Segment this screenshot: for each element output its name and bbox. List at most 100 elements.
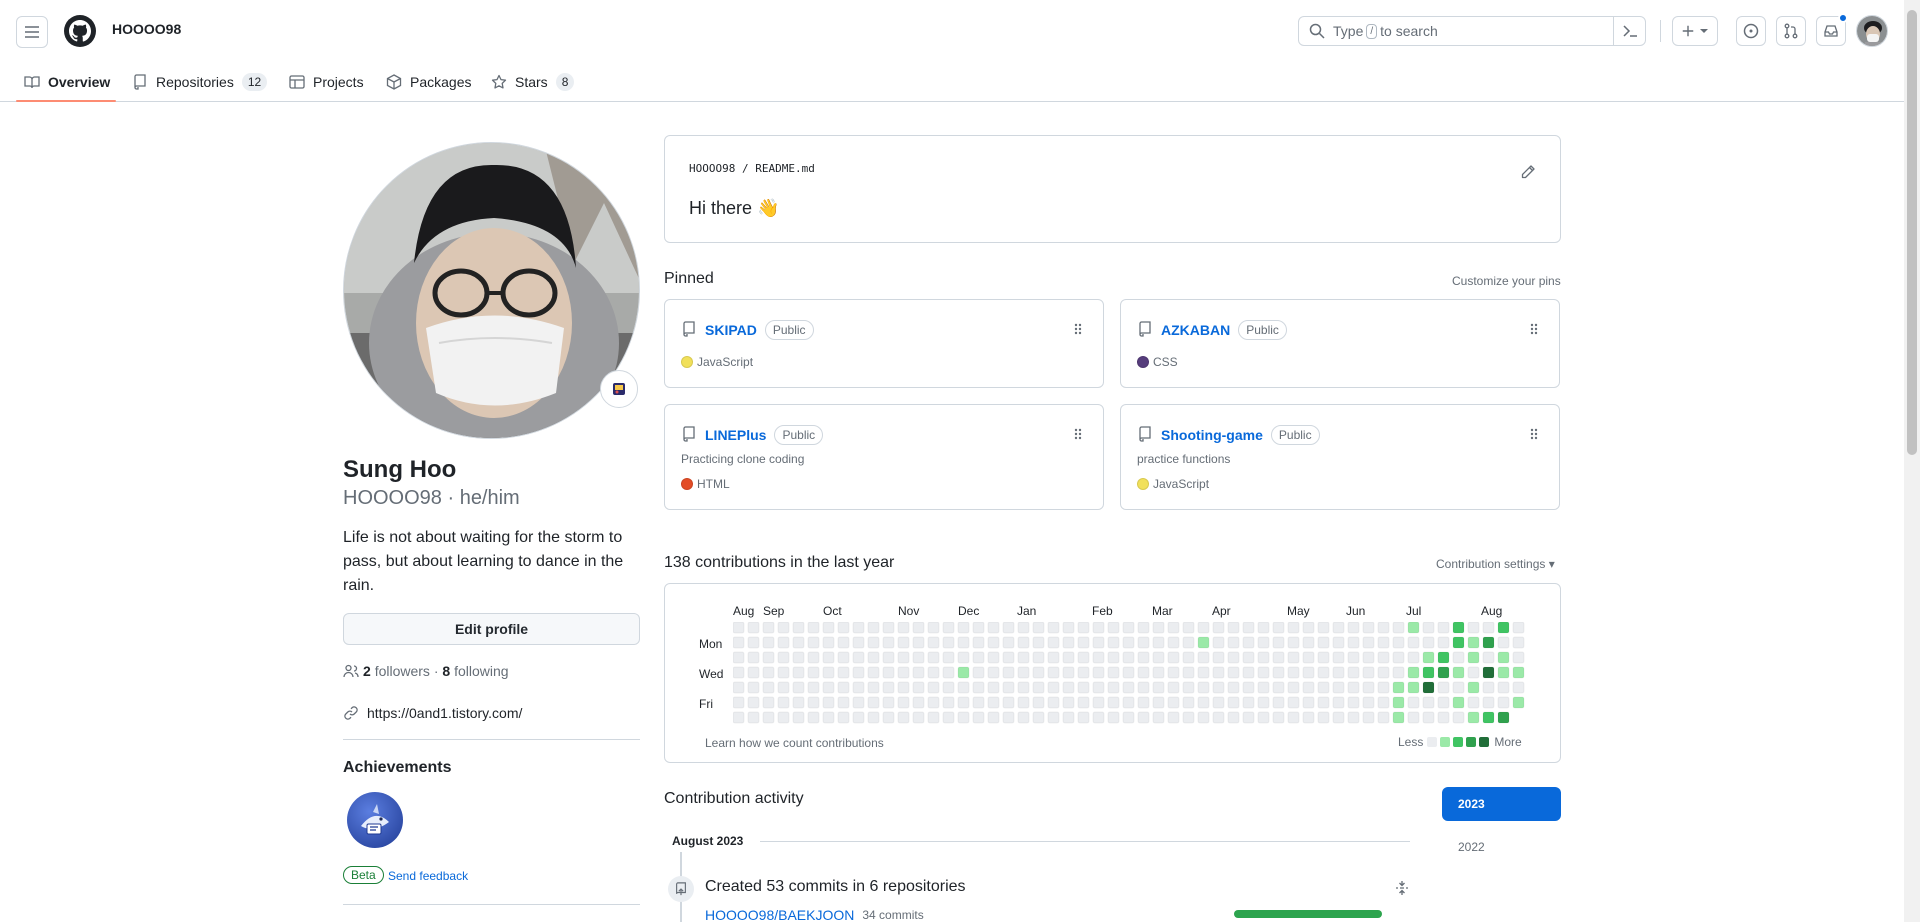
contribution-cell[interactable] — [1392, 636, 1405, 649]
contribution-cell[interactable] — [882, 681, 895, 694]
contribution-cell[interactable] — [1317, 711, 1330, 724]
contribution-cell[interactable] — [1422, 696, 1435, 709]
contribution-cell[interactable] — [1107, 681, 1120, 694]
tab-projects[interactable]: Projects — [289, 62, 364, 102]
contribution-cell[interactable] — [1362, 622, 1375, 634]
menu-button[interactable] — [16, 16, 48, 48]
contribution-cell[interactable] — [972, 681, 985, 694]
contribution-cell[interactable] — [897, 696, 910, 709]
contribution-cell[interactable] — [1302, 666, 1315, 679]
contribution-cell[interactable] — [1032, 651, 1045, 664]
contribution-cell[interactable] — [1257, 681, 1270, 694]
achievement-badge[interactable] — [347, 792, 403, 848]
contribution-cell[interactable] — [1167, 711, 1180, 724]
contribution-cell[interactable] — [1377, 711, 1390, 724]
followers-link[interactable]: 2 followers — [363, 663, 430, 679]
contribution-cell[interactable] — [1212, 666, 1225, 679]
contribution-cell[interactable] — [1152, 651, 1165, 664]
contribution-cell[interactable] — [1302, 636, 1315, 649]
contribution-cell[interactable] — [1077, 696, 1090, 709]
contribution-cell[interactable] — [912, 622, 925, 634]
contribution-cell[interactable] — [1347, 696, 1360, 709]
contribution-cell[interactable] — [1317, 622, 1330, 634]
contribution-cell[interactable] — [822, 636, 835, 649]
contribution-cell[interactable] — [987, 666, 1000, 679]
contribution-cell[interactable] — [912, 636, 925, 649]
readme-path[interactable]: HOOOO98 / README.md — [689, 162, 815, 175]
contribution-cell[interactable] — [987, 636, 1000, 649]
contribution-cell[interactable] — [1242, 696, 1255, 709]
contribution-cell[interactable] — [1467, 666, 1480, 679]
issues-button[interactable] — [1736, 16, 1766, 46]
contribution-cell[interactable] — [792, 666, 805, 679]
contribution-cell[interactable] — [927, 681, 940, 694]
contribution-cell[interactable] — [1032, 711, 1045, 724]
contribution-cell[interactable] — [1482, 636, 1495, 649]
contribution-cell[interactable] — [837, 666, 850, 679]
contribution-cell[interactable] — [1452, 622, 1465, 634]
tab-packages[interactable]: Packages — [386, 62, 471, 102]
tab-overview[interactable]: Overview — [24, 62, 110, 102]
contribution-cell[interactable] — [1347, 651, 1360, 664]
contribution-cell[interactable] — [957, 636, 970, 649]
contribution-cell[interactable] — [1482, 666, 1495, 679]
contribution-cell[interactable] — [792, 681, 805, 694]
contribution-cell[interactable] — [1242, 651, 1255, 664]
contribution-cell[interactable] — [1467, 651, 1480, 664]
contribution-cell[interactable] — [987, 681, 1000, 694]
contribution-cell[interactable] — [852, 711, 865, 724]
contribution-cell[interactable] — [1077, 636, 1090, 649]
year-2023-button[interactable]: 2023 — [1442, 787, 1561, 821]
contribution-cell[interactable] — [1332, 651, 1345, 664]
contribution-cell[interactable] — [1302, 622, 1315, 634]
contribution-cell[interactable] — [1257, 651, 1270, 664]
contribution-cell[interactable] — [1392, 622, 1405, 634]
contribution-cell[interactable] — [1257, 696, 1270, 709]
contribution-cell[interactable] — [957, 666, 970, 679]
contribution-cell[interactable] — [822, 681, 835, 694]
activity-repo-commits[interactable]: 34 commits — [862, 908, 923, 922]
contribution-cell[interactable] — [867, 666, 880, 679]
contribution-cell[interactable] — [1032, 696, 1045, 709]
contribution-cell[interactable] — [1287, 651, 1300, 664]
contribution-cell[interactable] — [1407, 696, 1420, 709]
contribution-cell[interactable] — [1362, 636, 1375, 649]
contribution-cell[interactable] — [822, 622, 835, 634]
contribution-cell[interactable] — [807, 651, 820, 664]
contribution-cell[interactable] — [1032, 666, 1045, 679]
website-link[interactable]: https://0and1.tistory.com/ — [367, 705, 522, 721]
contribution-cell[interactable] — [1062, 622, 1075, 634]
contribution-cell[interactable] — [1377, 681, 1390, 694]
contribution-cell[interactable] — [1227, 666, 1240, 679]
contribution-cell[interactable] — [1482, 651, 1495, 664]
contribution-cell[interactable] — [837, 651, 850, 664]
contribution-cell[interactable] — [1152, 711, 1165, 724]
contribution-cell[interactable] — [957, 622, 970, 634]
contribution-cell[interactable] — [1347, 636, 1360, 649]
contribution-cell[interactable] — [792, 711, 805, 724]
contribution-cell[interactable] — [1242, 636, 1255, 649]
contribution-cell[interactable] — [1107, 622, 1120, 634]
contribution-cell[interactable] — [912, 666, 925, 679]
contribution-cell[interactable] — [1452, 651, 1465, 664]
contribution-cell[interactable] — [1227, 711, 1240, 724]
contribution-cell[interactable] — [1137, 622, 1150, 634]
contribution-cell[interactable] — [912, 651, 925, 664]
contribution-settings-dropdown[interactable]: Contribution settings ▾ — [1436, 557, 1555, 571]
contribution-cell[interactable] — [972, 636, 985, 649]
contribution-cell[interactable] — [1377, 696, 1390, 709]
contribution-cell[interactable] — [957, 696, 970, 709]
contribution-cell[interactable] — [837, 622, 850, 634]
contribution-cell[interactable] — [897, 711, 910, 724]
contribution-cell[interactable] — [942, 681, 955, 694]
contribution-cell[interactable] — [1227, 696, 1240, 709]
contribution-cell[interactable] — [852, 666, 865, 679]
pinned-repo-name[interactable]: Shooting-game — [1161, 427, 1263, 443]
contribution-cell[interactable] — [1047, 696, 1060, 709]
contribution-cell[interactable] — [1272, 651, 1285, 664]
contribution-cell[interactable] — [1497, 696, 1510, 709]
contribution-cell[interactable] — [1077, 681, 1090, 694]
contribution-cell[interactable] — [1197, 666, 1210, 679]
contribution-cell[interactable] — [1272, 622, 1285, 634]
contribution-cell[interactable] — [897, 651, 910, 664]
